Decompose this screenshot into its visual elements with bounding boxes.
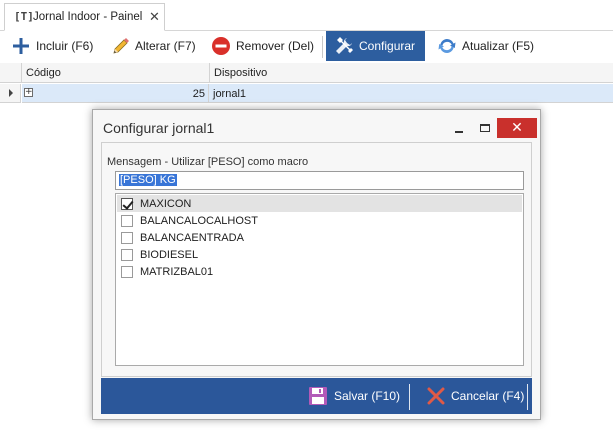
cancelar-label: Cancelar (F4) (451, 389, 525, 403)
toolbar: Incluir (F6) Alterar (F7) Remover (Del) … (0, 31, 613, 62)
remover-button[interactable]: Remover (Del) (210, 31, 314, 61)
footer-separator-right (527, 384, 528, 410)
row-indicator[interactable] (0, 84, 21, 103)
list-item[interactable]: BIODIESEL (117, 246, 522, 263)
cell-codigo: 25 (22, 84, 209, 103)
remover-label: Remover (Del) (236, 39, 315, 53)
salvar-label: Salvar (F10) (334, 389, 401, 403)
atualizar-button[interactable]: Atualizar (F5) (436, 31, 534, 61)
list-item-label: BALANCAENTRADA (140, 232, 244, 244)
alterar-button[interactable]: Alterar (F7) (109, 31, 196, 61)
footer-spacer (298, 384, 299, 410)
macro-label: Mensagem - Utilizar [PESO] como macro (107, 156, 309, 168)
maximize-icon[interactable] (480, 124, 490, 132)
list-item-label: BIODIESEL (140, 249, 199, 261)
list-item[interactable]: MAXICON (117, 195, 522, 212)
alterar-label: Alterar (F7) (135, 39, 196, 53)
device-checklist: MAXICON BALANCALOCALHOST BALANCAENTRADA … (115, 193, 524, 366)
cancel-x-icon (427, 387, 445, 405)
list-item[interactable]: MATRIZBAL01 (117, 263, 522, 280)
checkbox[interactable] (121, 266, 133, 278)
configurar-button[interactable]: Configurar (326, 31, 425, 61)
cell-dispositivo: jornal1 (213, 88, 247, 100)
tools-icon (333, 35, 355, 57)
tab-label: Jornal Indoor - Painel (33, 11, 143, 23)
list-item-label: MATRIZBAL01 (140, 266, 214, 278)
document-tab-strip: [T] Jornal Indoor - Painel ✕ (0, 0, 613, 31)
column-header-codigo[interactable]: Código (22, 63, 210, 83)
pencil-icon (109, 35, 131, 57)
column-header-dispositivo[interactable]: Dispositivo (210, 63, 613, 83)
dispositivos-grid: Código Dispositivo + 25 jornal1 (0, 63, 613, 103)
checkbox[interactable] (121, 198, 133, 210)
toolbar-separator (322, 36, 323, 58)
save-icon (308, 386, 328, 406)
configurar-label: Configurar (359, 39, 416, 53)
minus-circle-icon (210, 35, 232, 57)
cancelar-button[interactable]: Cancelar (F4) (427, 378, 524, 414)
plus-icon (10, 35, 32, 57)
minimize-icon[interactable] (455, 131, 463, 133)
dialog-close-button[interactable]: ✕ (497, 118, 537, 138)
atualizar-label: Atualizar (F5) (462, 39, 535, 53)
incluir-label: Incluir (F6) (36, 39, 94, 53)
checkbox[interactable] (121, 232, 133, 244)
current-row-arrow-icon (9, 89, 13, 97)
salvar-button[interactable]: Salvar (F10) (308, 378, 400, 414)
list-item-label: MAXICON (140, 198, 192, 210)
tab-jornal-indoor-painel[interactable]: [T] Jornal Indoor - Painel ✕ (4, 3, 165, 31)
checkbox[interactable] (121, 249, 133, 261)
list-item-label: BALANCALOCALHOST (140, 215, 258, 227)
grid-corner-header (0, 63, 22, 83)
configurar-dialog: Configurar jornal1 ✕ Mensagem - Utilizar… (92, 109, 541, 420)
dialog-title: Configurar jornal1 (103, 120, 215, 136)
footer-separator (409, 384, 410, 410)
text-tool-icon: [T] (14, 10, 34, 23)
list-item[interactable]: BALANCAENTRADA (117, 229, 522, 246)
checkbox[interactable] (121, 215, 133, 227)
refresh-icon (436, 35, 458, 57)
macro-input[interactable]: [PESO] KG (115, 171, 524, 190)
macro-input-value: [PESO] KG (119, 174, 177, 186)
incluir-button[interactable]: Incluir (F6) (10, 31, 93, 61)
dialog-footer: Salvar (F10) Cancelar (F4) (101, 378, 532, 414)
close-icon[interactable]: ✕ (149, 9, 160, 25)
list-item[interactable]: BALANCALOCALHOST (117, 212, 522, 229)
